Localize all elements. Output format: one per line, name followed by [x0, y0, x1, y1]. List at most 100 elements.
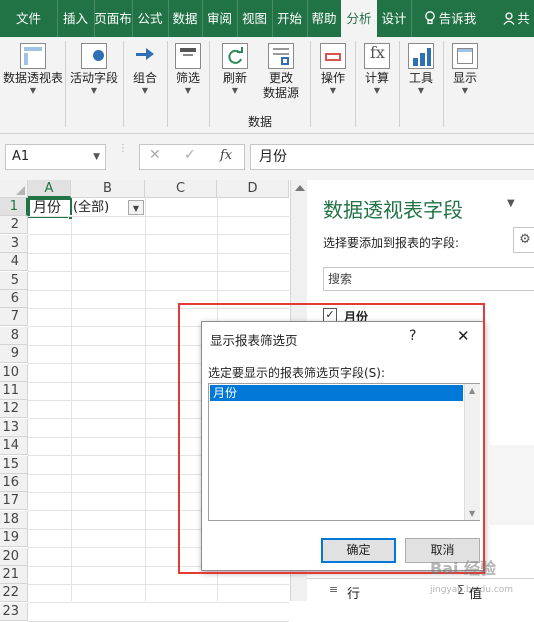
ribbon-separator — [209, 41, 210, 127]
insert-function-icon[interactable]: fx — [220, 148, 232, 163]
highlight-box — [178, 303, 485, 574]
pane-title: 数据透视表字段 — [323, 198, 463, 222]
tools-icon — [408, 43, 434, 69]
row-header[interactable]: 23 — [0, 603, 28, 621]
row-header[interactable]: 10 — [0, 364, 28, 382]
tab-formulas[interactable]: 公式 — [132, 0, 169, 37]
grid-line — [28, 234, 289, 235]
cancel-icon[interactable]: ✕ — [149, 147, 161, 163]
row-header[interactable]: 13 — [0, 419, 28, 437]
row-header[interactable]: 14 — [0, 437, 28, 455]
show-button[interactable]: 显示 ▼ — [446, 39, 484, 96]
cell-a1[interactable]: 月份 — [28, 198, 72, 218]
show-label: 显示 — [452, 71, 477, 85]
pivottable-icon — [20, 43, 46, 69]
row-header[interactable]: 9 — [0, 345, 28, 363]
filter-dropdown-icon[interactable]: ▼ — [128, 200, 144, 215]
chevron-down-icon[interactable]: ▼ — [93, 145, 100, 169]
row-header[interactable]: 2 — [0, 216, 28, 234]
row-header[interactable]: 4 — [0, 253, 28, 271]
grid-line — [28, 290, 289, 291]
tab-share[interactable]: 共 — [499, 0, 534, 37]
row-header[interactable]: 3 — [0, 235, 28, 253]
active-field-icon — [81, 43, 107, 69]
calculations-button[interactable]: fx 计算 ▼ — [358, 39, 396, 96]
tools-button[interactable]: 工具 ▼ — [402, 39, 440, 96]
gear-icon[interactable]: ⚙ — [513, 227, 534, 253]
row-header[interactable]: 5 — [0, 272, 28, 290]
calculations-icon: fx — [364, 43, 390, 69]
actions-button[interactable]: 操作 ▼ — [314, 39, 352, 96]
grid-line — [28, 602, 289, 603]
person-icon — [503, 12, 515, 25]
row-header[interactable]: 17 — [0, 492, 28, 510]
ribbon-separator — [399, 41, 400, 127]
row-header[interactable]: 7 — [0, 308, 28, 326]
ribbon: 数据透视表 ▼ 活动字段 ▼ 组合 ▼ 筛选 ▼ 刷新 ▼ 更改 数据源 数据 … — [0, 37, 534, 134]
row-header[interactable]: 21 — [0, 566, 28, 584]
actions-icon — [320, 43, 346, 69]
tab-page-layout[interactable]: 页面布 — [94, 0, 133, 37]
cell-b1[interactable]: (全部) — [73, 199, 129, 216]
tab-home[interactable]: 开始 — [272, 0, 308, 37]
chevron-down-icon: ▼ — [141, 86, 149, 95]
tab-help[interactable]: 帮助 — [307, 0, 342, 37]
tab-data[interactable]: 数据 — [168, 0, 203, 37]
filter-icon — [175, 43, 201, 69]
chevron-down-icon: ▼ — [417, 86, 425, 95]
ribbon-separator — [310, 41, 311, 127]
formula-input[interactable]: 月份 — [250, 144, 534, 170]
row-header[interactable]: 19 — [0, 529, 28, 547]
formula-bar: A1 ▼ ⋮ ✕ ✓ fx 月份 — [0, 134, 534, 180]
column-header[interactable]: D — [217, 180, 289, 198]
row-header[interactable]: 6 — [0, 290, 28, 308]
field-search-input[interactable]: 搜索 — [323, 267, 534, 291]
drag-handle-icon[interactable]: ⋮ — [118, 144, 128, 166]
chevron-down-icon: ▼ — [184, 86, 192, 95]
row-header[interactable]: 15 — [0, 456, 28, 474]
pane-subtitle: 选择要添加到报表的字段: — [323, 236, 460, 250]
row-header[interactable]: 11 — [0, 382, 28, 400]
row-header[interactable]: 22 — [0, 584, 28, 602]
ribbon-separator — [355, 41, 356, 127]
check-icon[interactable]: ✓ — [184, 147, 196, 163]
group-button[interactable]: 组合 ▼ — [126, 39, 164, 96]
tab-tell-me[interactable]: 告诉我 — [411, 0, 489, 37]
tab-analyze[interactable]: 分析 — [341, 0, 377, 37]
show-icon — [452, 43, 478, 69]
change-data-source-button[interactable]: 更改 数据源 — [256, 39, 306, 101]
arrow-right-icon — [132, 43, 158, 69]
tab-view[interactable]: 视图 — [237, 0, 273, 37]
tab-insert[interactable]: 插入 — [57, 0, 95, 37]
pane-area-box — [490, 445, 534, 525]
tab-review[interactable]: 审阅 — [202, 0, 238, 37]
tab-file[interactable]: 文件 — [0, 0, 58, 37]
row-header[interactable]: 12 — [0, 400, 28, 418]
pane-options-chevron-icon[interactable]: ▼ — [507, 198, 515, 209]
change-data-source-label-1: 更改 — [268, 71, 293, 85]
row-header[interactable]: 18 — [0, 511, 28, 529]
name-box[interactable]: A1 ▼ — [5, 144, 106, 170]
column-header[interactable]: C — [145, 180, 217, 198]
row-header[interactable]: 1 — [0, 198, 28, 216]
select-all-corner[interactable] — [0, 180, 28, 198]
watermark-logo: Bai 经验 — [430, 559, 497, 578]
scroll-up-icon[interactable] — [295, 185, 305, 191]
chevron-down-icon: ▼ — [29, 86, 37, 95]
row-header[interactable]: 8 — [0, 327, 28, 345]
refresh-button[interactable]: 刷新 ▼ — [214, 39, 256, 96]
chevron-down-icon: ▼ — [329, 86, 337, 95]
filter-button[interactable]: 筛选 ▼ — [170, 39, 206, 96]
active-field-label: 活动字段 — [69, 71, 118, 85]
refresh-icon — [222, 43, 248, 69]
column-header[interactable]: B — [71, 180, 145, 198]
tab-design[interactable]: 设计 — [377, 0, 412, 37]
row-header[interactable]: 16 — [0, 474, 28, 492]
chevron-down-icon: ▼ — [461, 86, 469, 95]
active-field-button[interactable]: 活动字段 ▼ — [68, 39, 120, 96]
column-header[interactable]: A — [28, 180, 71, 198]
pivottable-button[interactable]: 数据透视表 ▼ — [2, 39, 64, 96]
row-header[interactable]: 20 — [0, 548, 28, 566]
rows-icon: ≡ — [329, 583, 339, 596]
change-data-source-icon — [268, 43, 294, 69]
